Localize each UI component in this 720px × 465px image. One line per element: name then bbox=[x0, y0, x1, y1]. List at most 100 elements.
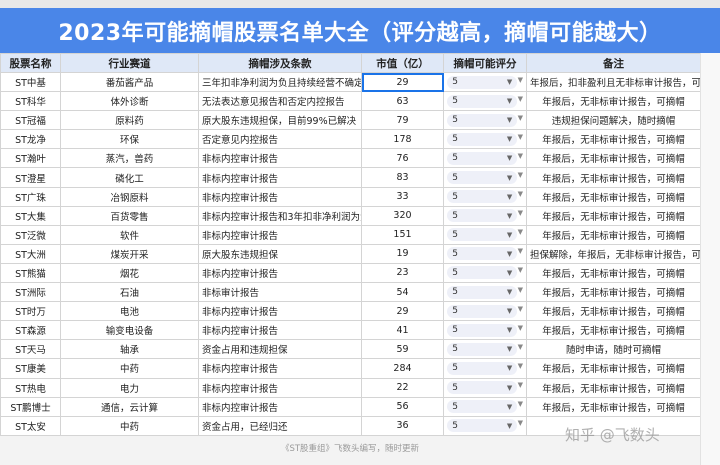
cell-industry[interactable]: 蒸汽，兽药 bbox=[60, 148, 199, 169]
cell-note[interactable]: 年报后，无非标审计报告，可摘帽 bbox=[526, 167, 701, 188]
cell-market-cap[interactable]: 79 bbox=[361, 110, 444, 131]
cell-score[interactable]: 5 ▼ ▼ bbox=[443, 129, 527, 150]
cell-score[interactable]: 5 ▼ ▼ bbox=[443, 243, 527, 264]
cell-note[interactable]: 年报后，无非标审计报告，可摘帽 bbox=[526, 282, 701, 303]
cell-market-cap[interactable]: 19 bbox=[361, 243, 444, 264]
cell-score[interactable]: 5 ▼ ▼ bbox=[443, 186, 527, 207]
cell-score[interactable]: 5 ▼ ▼ bbox=[443, 71, 527, 93]
cell-note[interactable]: 年报后，无非标审计报告，可摘帽 bbox=[526, 224, 701, 245]
cell-market-cap[interactable]: 63 bbox=[361, 91, 444, 112]
cell-note[interactable]: 年报后，无非标审计报告，可摘帽 bbox=[526, 205, 701, 226]
cell-stock-name[interactable]: ST大集 bbox=[0, 205, 61, 226]
cell-note[interactable]: 随时申请，随时可摘帽 bbox=[526, 339, 701, 360]
cell-industry[interactable]: 原料药 bbox=[60, 110, 199, 131]
cell-industry[interactable]: 轴承 bbox=[60, 339, 199, 360]
cell-stock-name[interactable]: ST泛微 bbox=[0, 224, 61, 245]
cell-note[interactable]: 年报后，无非标审计报告，可摘帽 bbox=[526, 301, 701, 322]
score-dropdown[interactable]: 5 ▼ bbox=[447, 151, 518, 165]
cell-clause[interactable]: 否定意见内控报告 bbox=[198, 129, 362, 150]
cell-stock-name[interactable]: ST龙净 bbox=[0, 129, 61, 150]
header-industry[interactable]: 行业赛道 bbox=[60, 53, 199, 73]
cell-score[interactable]: 5 ▼ ▼ bbox=[443, 320, 527, 341]
cell-industry[interactable]: 体外诊断 bbox=[60, 91, 199, 112]
score-dropdown[interactable]: 5 ▼ bbox=[447, 419, 518, 433]
header-note[interactable]: 备注 bbox=[526, 53, 701, 73]
cell-industry[interactable]: 磷化工 bbox=[60, 167, 199, 188]
cell-score[interactable]: 5 ▼ ▼ bbox=[443, 282, 527, 303]
header-stock-name[interactable]: 股票名称 bbox=[0, 53, 61, 73]
score-dropdown[interactable]: 5 ▼ bbox=[447, 400, 518, 414]
cell-market-cap[interactable]: 320 bbox=[361, 205, 444, 226]
cell-clause[interactable]: 资金占用，已经归还 bbox=[198, 415, 362, 436]
cell-score[interactable]: 5 ▼ ▼ bbox=[443, 358, 527, 379]
cell-clause[interactable]: 非标内控审计报告 bbox=[198, 262, 362, 284]
cell-score[interactable]: 5 ▼ ▼ bbox=[443, 167, 527, 188]
cell-stock-name[interactable]: ST澄星 bbox=[0, 167, 61, 188]
score-dropdown[interactable]: 5 ▼ bbox=[447, 381, 518, 395]
cell-clause[interactable]: 非标内控审计报告 bbox=[198, 358, 362, 379]
cell-score[interactable]: 5 ▼ ▼ bbox=[443, 377, 527, 398]
cell-score[interactable]: 5 ▼ ▼ bbox=[443, 301, 527, 322]
cell-score[interactable]: 5 ▼ ▼ bbox=[443, 148, 527, 169]
score-dropdown[interactable]: 5 ▼ bbox=[447, 113, 518, 127]
cell-note[interactable]: 年报后，扣非盈利且无非标审计报告，可摘帽 bbox=[526, 71, 701, 93]
cell-note[interactable]: 年报后，无非标审计报告，可摘帽 bbox=[526, 377, 701, 398]
cell-clause[interactable]: 非标内控审计报告 bbox=[198, 224, 362, 245]
cell-score[interactable]: 5 ▼ ▼ bbox=[443, 205, 527, 226]
score-dropdown[interactable]: 5 ▼ bbox=[447, 266, 518, 280]
cell-clause[interactable]: 三年扣非净利润为负且持续经营不确定 bbox=[198, 71, 362, 93]
cell-score[interactable]: 5 ▼ ▼ bbox=[443, 110, 527, 131]
header-score[interactable]: 摘帽可能评分 bbox=[443, 53, 527, 73]
cell-clause[interactable]: 非标内控审计报告 bbox=[198, 320, 362, 341]
cell-score[interactable]: 5 ▼ ▼ bbox=[443, 224, 527, 245]
cell-note[interactable]: 年报后，无非标审计报告，可摘帽 bbox=[526, 358, 701, 379]
cell-industry[interactable]: 电池 bbox=[60, 301, 199, 322]
cell-industry[interactable]: 石油 bbox=[60, 282, 199, 303]
score-dropdown[interactable]: 5 ▼ bbox=[447, 342, 518, 356]
cell-stock-name[interactable]: ST熊猫 bbox=[0, 262, 61, 284]
cell-market-cap[interactable]: 76 bbox=[361, 148, 444, 169]
score-dropdown[interactable]: 5 ▼ bbox=[447, 94, 518, 108]
cell-score[interactable]: 5 ▼ ▼ bbox=[443, 91, 527, 112]
cell-stock-name[interactable]: ST时万 bbox=[0, 301, 61, 322]
cell-score[interactable]: 5 ▼ ▼ bbox=[443, 396, 527, 417]
cell-stock-name[interactable]: ST瀚叶 bbox=[0, 148, 61, 169]
score-dropdown[interactable]: 5 ▼ bbox=[447, 190, 518, 204]
cell-industry[interactable]: 烟花 bbox=[60, 262, 199, 284]
cell-note[interactable]: 年报后，无非标审计报告，可摘帽 bbox=[526, 91, 701, 112]
cell-stock-name[interactable]: ST大洲 bbox=[0, 243, 61, 264]
cell-clause[interactable]: 资金占用和违规担保 bbox=[198, 339, 362, 360]
cell-market-cap[interactable]: 54 bbox=[361, 282, 444, 303]
score-dropdown[interactable]: 5 ▼ bbox=[447, 285, 518, 299]
cell-clause[interactable]: 原大股东违规担保 bbox=[198, 243, 362, 264]
cell-score[interactable]: 5 ▼ ▼ bbox=[443, 415, 527, 436]
cell-stock-name[interactable]: ST热电 bbox=[0, 377, 61, 398]
cell-note[interactable]: 年报后，无非标审计报告，可摘帽 bbox=[526, 148, 701, 169]
cell-market-cap[interactable]: 23 bbox=[361, 262, 444, 284]
cell-note[interactable]: 年报后，无非标审计报告，可摘帽 bbox=[526, 320, 701, 341]
cell-industry[interactable]: 中药 bbox=[60, 358, 199, 379]
score-dropdown[interactable]: 5 ▼ bbox=[447, 132, 518, 146]
cell-clause[interactable]: 无法表达意见报告和否定内控报告 bbox=[198, 91, 362, 112]
cell-industry[interactable]: 电力 bbox=[60, 377, 199, 398]
cell-clause[interactable]: 非标内控审计报告 bbox=[198, 148, 362, 169]
header-market-cap[interactable]: 市值（亿） bbox=[361, 53, 444, 73]
cell-note[interactable]: 年报后，无非标审计报告，可摘帽 bbox=[526, 262, 701, 284]
cell-clause[interactable]: 非标内控审计报告 bbox=[198, 396, 362, 417]
cell-stock-name[interactable]: ST天马 bbox=[0, 339, 61, 360]
score-dropdown[interactable]: 5 ▼ bbox=[447, 171, 518, 185]
score-dropdown[interactable]: 5 ▼ bbox=[447, 323, 518, 337]
cell-industry[interactable]: 百货零售 bbox=[60, 205, 199, 226]
cell-stock-name[interactable]: ST中基 bbox=[0, 71, 61, 93]
cell-market-cap[interactable]: 36 bbox=[361, 415, 444, 436]
cell-score[interactable]: 5 ▼ ▼ bbox=[443, 339, 527, 360]
cell-market-cap[interactable]: 41 bbox=[361, 320, 444, 341]
cell-score[interactable]: 5 ▼ ▼ bbox=[443, 262, 527, 284]
cell-clause[interactable]: 非标内控审计报告 bbox=[198, 377, 362, 398]
cell-market-cap[interactable]: 56 bbox=[361, 396, 444, 417]
cell-stock-name[interactable]: ST太安 bbox=[0, 415, 61, 436]
cell-clause[interactable]: 原大股东违规担保，目前99%已解决 bbox=[198, 110, 362, 131]
cell-clause[interactable]: 非标内控审计报告 bbox=[198, 167, 362, 188]
cell-market-cap[interactable]: 284 bbox=[361, 358, 444, 379]
score-dropdown[interactable]: 5 ▼ bbox=[447, 361, 518, 375]
